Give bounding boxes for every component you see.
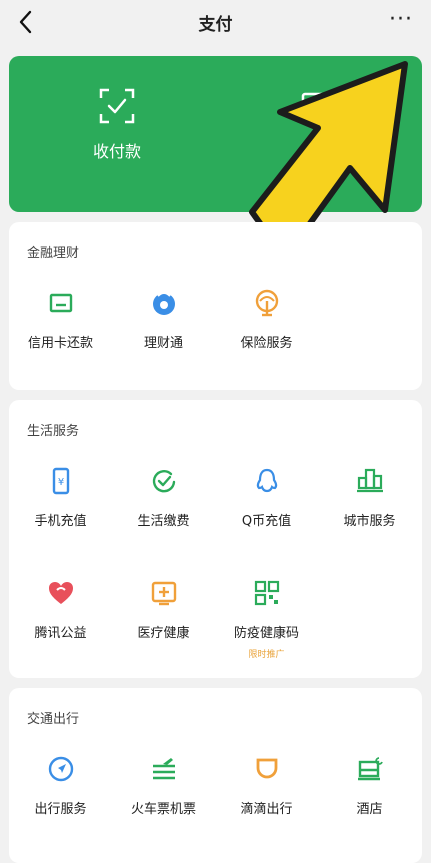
credit-card-icon [49,293,72,313]
receive-pay-button[interactable]: 收付款 [57,86,177,162]
health-code-item[interactable]: 防疫健康码 限时推广 [215,578,318,660]
qcoin-topup-item[interactable]: Q币充值 [215,466,318,529]
svg-text:¥: ¥ [57,477,63,488]
payment-hero-card: 收付款 钱包 [9,56,422,212]
mobility-item[interactable]: 出行服务 [9,754,112,817]
didi-label: 滴滴出行 [240,802,293,817]
utility-bill-item[interactable]: 生活缴费 [112,466,215,529]
hotel-label: 酒店 [356,802,383,817]
navigation-arrow-icon [48,756,73,782]
page-title: 支付 [198,14,233,35]
licaitong-item[interactable]: 理财通 [112,288,215,351]
city-services-item[interactable]: 城市服务 [318,466,421,529]
life-title: 生活服务 [27,424,80,439]
life-services-card: 生活服务 ¥ 手机充值 生活缴费 Q币充值 城市服务 腾讯公益 医疗健康 防疫健… [9,400,422,678]
city-buildings-icon [356,468,383,493]
utility-check-icon [152,469,175,493]
tencent-charity-item[interactable]: 腾讯公益 [9,578,112,641]
receive-pay-label: 收付款 [92,142,141,161]
more-menu-icon[interactable]: ··· [389,9,415,34]
insurance-label: 保险服务 [240,336,293,351]
train-flight-item[interactable]: 火车票机票 [112,754,215,817]
wallet-label: 钱包 [302,142,335,161]
health-code-label: 防疫健康码 [233,626,299,641]
medical-health-item[interactable]: 医疗健康 [112,578,215,641]
credit-card-repay-item[interactable]: 信用卡还款 [9,288,112,351]
mobile-topup-item[interactable]: ¥ 手机充值 [9,466,112,529]
phone-yuan-icon: ¥ [52,467,69,495]
wallet-button[interactable]: 钱包 [259,86,379,162]
didi-logo-icon [256,758,277,779]
insurance-item[interactable]: 保险服务 [215,288,318,351]
qq-penguin-icon [256,468,277,493]
train-flight-icon [152,758,175,780]
wallet-icon [301,92,337,120]
credit-card-repay-label: 信用卡还款 [27,336,93,351]
back-chevron-icon[interactable] [14,8,38,36]
qr-code-icon [254,580,279,606]
scan-check-icon [99,88,135,124]
city-services-label: 城市服务 [343,514,396,529]
finance-card: 金融理财 信用卡还款 理财通 保险服务 [9,222,422,390]
travel-title: 交通出行 [27,712,80,727]
hotel-bed-icon [357,757,383,781]
licaitong-icon [152,292,175,315]
mobility-label: 出行服务 [34,802,87,817]
didi-item[interactable]: 滴滴出行 [215,754,318,817]
travel-card: 交通出行 出行服务 火车票机票 滴滴出行 酒店 [9,688,422,863]
qcoin-topup-label: Q币充值 [241,514,292,529]
insurance-umbrella-icon [255,289,278,317]
medical-health-label: 医疗健康 [137,626,190,641]
licaitong-label: 理财通 [143,336,183,351]
finance-title: 金融理财 [27,246,80,261]
top-bar: 支付 ··· [0,0,431,44]
charity-heart-icon [48,582,73,604]
hotel-item[interactable]: 酒店 [318,754,421,817]
promo-badge: 限时推广 [248,650,285,660]
tencent-charity-label: 腾讯公益 [34,626,87,641]
medical-plus-icon [151,581,176,606]
train-flight-label: 火车票机票 [130,802,196,817]
mobile-topup-label: 手机充值 [34,514,87,529]
utility-bill-label: 生活缴费 [137,514,190,529]
